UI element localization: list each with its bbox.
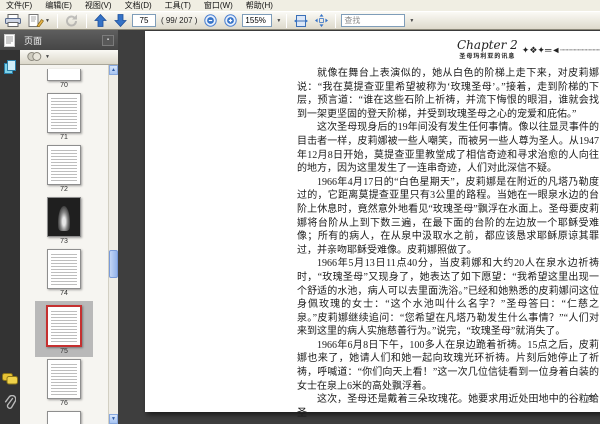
chevron-down-icon[interactable]: ▼ <box>276 18 281 24</box>
thumbnail-page-number: 71 <box>60 134 68 141</box>
scroll-up-arrow[interactable]: ▲ <box>109 65 118 75</box>
thumbnail-page-number: 76 <box>60 400 68 407</box>
paragraph: 1966年6月8日下午，100多人在泉边跪着祈祷。15点之后，皮莉娜也来了，她请… <box>297 339 599 392</box>
next-page-button[interactable] <box>112 12 129 29</box>
page-number-footer: 75 <box>586 394 595 403</box>
page-number-input[interactable] <box>131 14 156 27</box>
thumbnail-image[interactable] <box>46 305 82 347</box>
chapter-ornament: ✦❖✦═◄┈┈┈┈┈┈┈┈┈ <box>521 44 600 55</box>
scroll-down-arrow[interactable]: ▼ <box>109 414 118 424</box>
document-pane[interactable]: Chapter 2 圣母玛利亚的讯息 ✦❖✦═◄┈┈┈┈┈┈┈┈┈ 就像在舞台上… <box>118 30 600 424</box>
zoom-out-icon <box>204 14 218 27</box>
thumbnails-panel-icon[interactable] <box>3 60 17 76</box>
toolbar-separator <box>286 13 288 28</box>
chapter-script-title: Chapter 2 <box>456 38 518 52</box>
thumbnail-image[interactable] <box>47 197 81 237</box>
previous-page-button[interactable] <box>92 12 109 29</box>
panel-options-button[interactable]: ▪ <box>102 34 114 46</box>
navigation-pane-strip <box>0 50 20 424</box>
page-thumbnail[interactable]: 71 <box>47 93 81 143</box>
thumbnail-options-button[interactable] <box>27 51 42 64</box>
chapter-subtitle: 圣母玛利亚的讯息 <box>459 54 516 60</box>
menu-item[interactable]: 编辑(E) <box>43 0 74 11</box>
comments-panel-icon[interactable] <box>2 373 18 387</box>
paragraph: 这次，圣母还是戴着三朵玫瑰花。她要求用近处田地中的谷粒给圣 <box>297 394 599 419</box>
fit-width-button[interactable] <box>292 12 310 29</box>
previous-view-button[interactable] <box>63 12 81 29</box>
page-thumbnail[interactable]: 73 <box>47 197 81 247</box>
print-button[interactable] <box>3 12 23 29</box>
thumbnail-image[interactable] <box>47 359 81 399</box>
document-page: Chapter 2 圣母玛利亚的讯息 ✦❖✦═◄┈┈┈┈┈┈┈┈┈ 就像在舞台上… <box>145 31 600 419</box>
thumbnail-page-number: 72 <box>60 186 68 193</box>
thumbnail-page-number: 74 <box>60 290 68 297</box>
page-thumbnail[interactable]: 76 <box>47 359 81 409</box>
toolbar-separator <box>85 13 87 28</box>
paragraph: 1966年4月17日的“白色星期天”，皮莉娜是在附近的凡塔乃勒度过的，它距离莫提… <box>297 176 599 256</box>
navigation-sidebar: 页面 ▪ ▼ 70 71 72 73 74 75 76 ▲ ▼ <box>0 30 118 424</box>
paragraph: 这次圣母现身后的19年间没有发生任何事情。像以往显灵事件的目击者一样，皮莉娜被一… <box>297 122 599 175</box>
fit-page-icon <box>315 14 329 27</box>
page-thumbnail[interactable]: 75 <box>35 301 93 357</box>
paragraph: 就像在舞台上表演似的，她从白色的阶梯上走下来，对皮莉娜说：“我在莫提查亚里希望被… <box>297 68 599 120</box>
thumbnails-toolbar: ▼ <box>20 50 118 65</box>
zoom-level-input[interactable] <box>242 14 273 27</box>
content-area: 页面 ▪ ▼ 70 71 72 73 74 75 76 ▲ ▼ Chapter … <box>0 30 600 424</box>
page-icon <box>4 33 15 47</box>
page-thumbnail[interactable] <box>47 411 81 424</box>
scrollbar-track[interactable] <box>109 75 118 414</box>
menu-item[interactable]: 帮助(H) <box>244 0 275 11</box>
thumbnail-page-number: 75 <box>60 348 68 355</box>
down-arrow-icon <box>114 14 127 27</box>
main-toolbar: ▼ ( 99/ 207 ) ▼ ▼ <box>0 11 600 30</box>
fit-page-button[interactable] <box>313 12 330 29</box>
thumbnail-image[interactable] <box>47 145 81 185</box>
thumbnail-image[interactable] <box>47 249 81 289</box>
zoom-out-button[interactable] <box>202 12 219 29</box>
zoom-in-icon <box>224 14 238 27</box>
panel-title: 页面 <box>24 35 43 46</box>
thumbnail-page-number: 73 <box>60 238 68 245</box>
fit-width-icon <box>294 14 309 27</box>
menu-item[interactable]: 文档(D) <box>123 0 154 11</box>
chapter-heading: Chapter 2 圣母玛利亚的讯息 ✦❖✦═◄┈┈┈┈┈┈┈┈┈ <box>456 38 600 60</box>
menu-item[interactable]: 窗口(W) <box>202 0 235 11</box>
scrollbar-thumb[interactable] <box>109 250 118 278</box>
menu-bar: 文件(F) 编辑(E) 视图(V) 文档(D) 工具(T) 窗口(W) 帮助(H) <box>0 0 600 11</box>
toolbar-separator <box>335 13 337 28</box>
page-body-text: 就像在舞台上表演似的，她从白色的阶梯上走下来，对皮莉娜说：“我在莫提查亚里希望被… <box>297 67 599 420</box>
menu-item[interactable]: 视图(V) <box>83 0 114 11</box>
email-document-icon <box>28 14 44 27</box>
thumbnails-list: 70 71 72 73 74 75 76 <box>20 65 108 424</box>
menu-item[interactable]: 工具(T) <box>163 0 193 11</box>
email-button[interactable]: ▼ <box>26 12 52 29</box>
thumbnail-page-number: 70 <box>60 82 68 89</box>
page-thumbnail[interactable]: 72 <box>47 145 81 195</box>
toolbar-separator <box>56 13 58 28</box>
page-thumbnail[interactable]: 70 <box>47 69 81 91</box>
paragraph: 1966年5月13日11点40分，当皮莉娜和大约20人在泉水边祈祷时，“玫瑰圣母… <box>297 258 599 338</box>
up-arrow-icon <box>94 14 107 27</box>
menu-item[interactable]: 文件(F) <box>4 0 34 11</box>
chevron-down-icon[interactable]: ▼ <box>45 54 50 60</box>
chevron-down-icon[interactable]: ▼ <box>409 18 414 24</box>
attachments-panel-icon[interactable] <box>4 394 17 414</box>
page-count-label: ( 99/ 207 ) <box>160 16 198 25</box>
printer-icon <box>5 14 21 27</box>
previous-view-icon <box>65 14 77 27</box>
thumbnails-panel: ▼ 70 71 72 73 74 75 76 ▲ ▼ <box>20 50 118 424</box>
thumbnail-image[interactable] <box>47 411 81 424</box>
pages-panel-header: 页面 ▪ <box>0 30 118 50</box>
chevron-down-icon: ▼ <box>45 17 50 24</box>
page-thumbnail[interactable]: 74 <box>47 249 81 299</box>
thumbnail-image[interactable] <box>47 93 81 133</box>
find-input[interactable] <box>341 14 406 27</box>
pdf-reader-window: 文件(F) 编辑(E) 视图(V) 文档(D) 工具(T) 窗口(W) 帮助(H) ▼ ( … <box>0 0 600 424</box>
zoom-in-button[interactable] <box>222 12 239 29</box>
thumbnail-image[interactable] <box>47 69 81 81</box>
thumbnails-scrollbar[interactable]: ▲ ▼ <box>108 65 118 424</box>
